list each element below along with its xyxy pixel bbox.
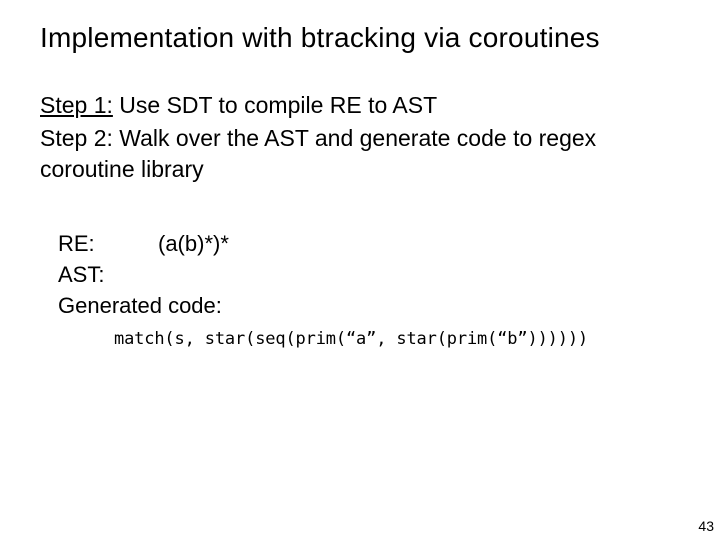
step1-rest: Use SDT to compile RE to AST bbox=[113, 92, 437, 118]
body-line-2: Step 2: Walk over the AST and generate c… bbox=[40, 123, 680, 154]
re-row: RE: (a(b)*)* bbox=[58, 229, 680, 260]
body-line-1: Step 1: Use SDT to compile RE to AST bbox=[40, 90, 680, 121]
generated-code: match(s, star(seq(prim(“a”, star(prim(“b… bbox=[58, 328, 680, 352]
ast-label: AST: bbox=[58, 260, 158, 291]
sub-section: RE: (a(b)*)* AST: Generated code: match(… bbox=[40, 229, 680, 351]
slide-body: Step 1: Use SDT to compile RE to AST Ste… bbox=[40, 90, 680, 185]
step1-underline: Step 1: bbox=[40, 92, 113, 118]
re-label: RE: bbox=[58, 229, 158, 260]
ast-row: AST: bbox=[58, 260, 680, 291]
slide-title: Implementation with btracking via corout… bbox=[40, 22, 680, 54]
page-number: 43 bbox=[698, 518, 714, 534]
slide: Implementation with btracking via corout… bbox=[0, 0, 720, 351]
gen-label: Generated code: bbox=[58, 291, 680, 322]
re-value: (a(b)*)* bbox=[158, 229, 229, 260]
body-line-3: coroutine library bbox=[40, 154, 680, 185]
